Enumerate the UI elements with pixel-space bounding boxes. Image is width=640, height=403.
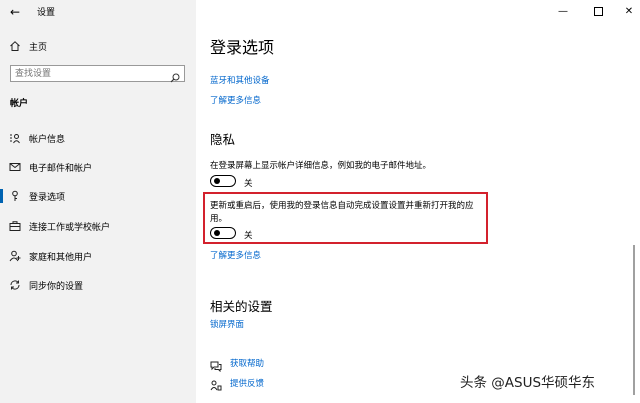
title-bar: ← 设置 — ✕	[0, 0, 640, 24]
close-button[interactable]: ✕	[614, 3, 640, 21]
sidebar-item-label: 连接工作或学校帐户	[29, 222, 111, 233]
sync-icon	[9, 279, 21, 291]
person-card-icon	[9, 132, 21, 144]
sidebar-item-work-school[interactable]: 连接工作或学校帐户	[0, 214, 196, 238]
search-input[interactable]	[15, 67, 165, 80]
mail-icon	[9, 161, 21, 173]
sidebar-item-home[interactable]: 主页	[0, 34, 196, 58]
sidebar-item-label: 家庭和其他用户	[29, 252, 93, 263]
maximize-button[interactable]	[583, 3, 613, 21]
toggle-state-label: 关	[244, 179, 253, 189]
title-bar-left-area	[0, 0, 196, 24]
home-icon	[9, 40, 21, 52]
window-title: 设置	[37, 8, 56, 18]
privacy-heading: 隐私	[210, 132, 236, 147]
get-help-link[interactable]: 获取帮助	[230, 357, 264, 369]
search-icon[interactable]	[170, 68, 180, 83]
highlight-box	[203, 192, 488, 244]
people-icon	[9, 250, 21, 262]
sidebar-item-label: 登录选项	[29, 192, 66, 203]
page-title: 登录选项	[210, 38, 275, 57]
sidebar-item-label: 主页	[29, 42, 48, 53]
sidebar-item-label: 同步你的设置	[29, 281, 84, 292]
bluetooth-devices-link[interactable]: 蓝牙和其他设备	[210, 74, 270, 86]
watermark-text: 头条 @ASUS华硕华东	[460, 375, 596, 391]
sidebar-item-label: 帐户信息	[29, 134, 66, 145]
sidebar: 主页 帐户 帐户信息 电子邮件和帐户 登录选项 连接工作或学校帐户	[0, 24, 196, 403]
sidebar-item-sign-in-options[interactable]: 登录选项	[0, 184, 196, 208]
key-icon	[9, 190, 21, 202]
sidebar-item-family[interactable]: 家庭和其他用户	[0, 244, 196, 268]
sidebar-section-title: 帐户	[10, 99, 29, 109]
show-account-details-toggle[interactable]	[210, 175, 236, 187]
learn-more-link[interactable]: 了解更多信息	[210, 249, 261, 261]
show-account-details-label: 在登录屏幕上显示帐户详细信息，例如我的电子邮件地址。	[210, 161, 432, 171]
learn-more-link[interactable]: 了解更多信息	[210, 94, 261, 106]
related-settings-heading: 相关的设置	[210, 299, 273, 314]
back-arrow-icon[interactable]: ←	[6, 3, 24, 21]
sidebar-item-sync[interactable]: 同步你的设置	[0, 273, 196, 297]
maximize-icon	[593, 6, 603, 16]
lock-screen-link[interactable]: 锁屏界面	[210, 318, 244, 330]
scrollbar[interactable]	[633, 245, 635, 395]
chat-help-icon	[210, 357, 222, 373]
sidebar-item-account-info[interactable]: 帐户信息	[0, 126, 196, 150]
sidebar-item-email-accounts[interactable]: 电子邮件和帐户	[0, 155, 196, 179]
toggle-knob	[214, 178, 220, 184]
feedback-link[interactable]: 提供反馈	[230, 377, 264, 389]
briefcase-icon	[9, 220, 21, 232]
minimize-button[interactable]: —	[548, 3, 578, 21]
search-field[interactable]	[10, 65, 185, 83]
feedback-person-icon	[210, 377, 222, 391]
sidebar-item-label: 电子邮件和帐户	[29, 163, 93, 174]
